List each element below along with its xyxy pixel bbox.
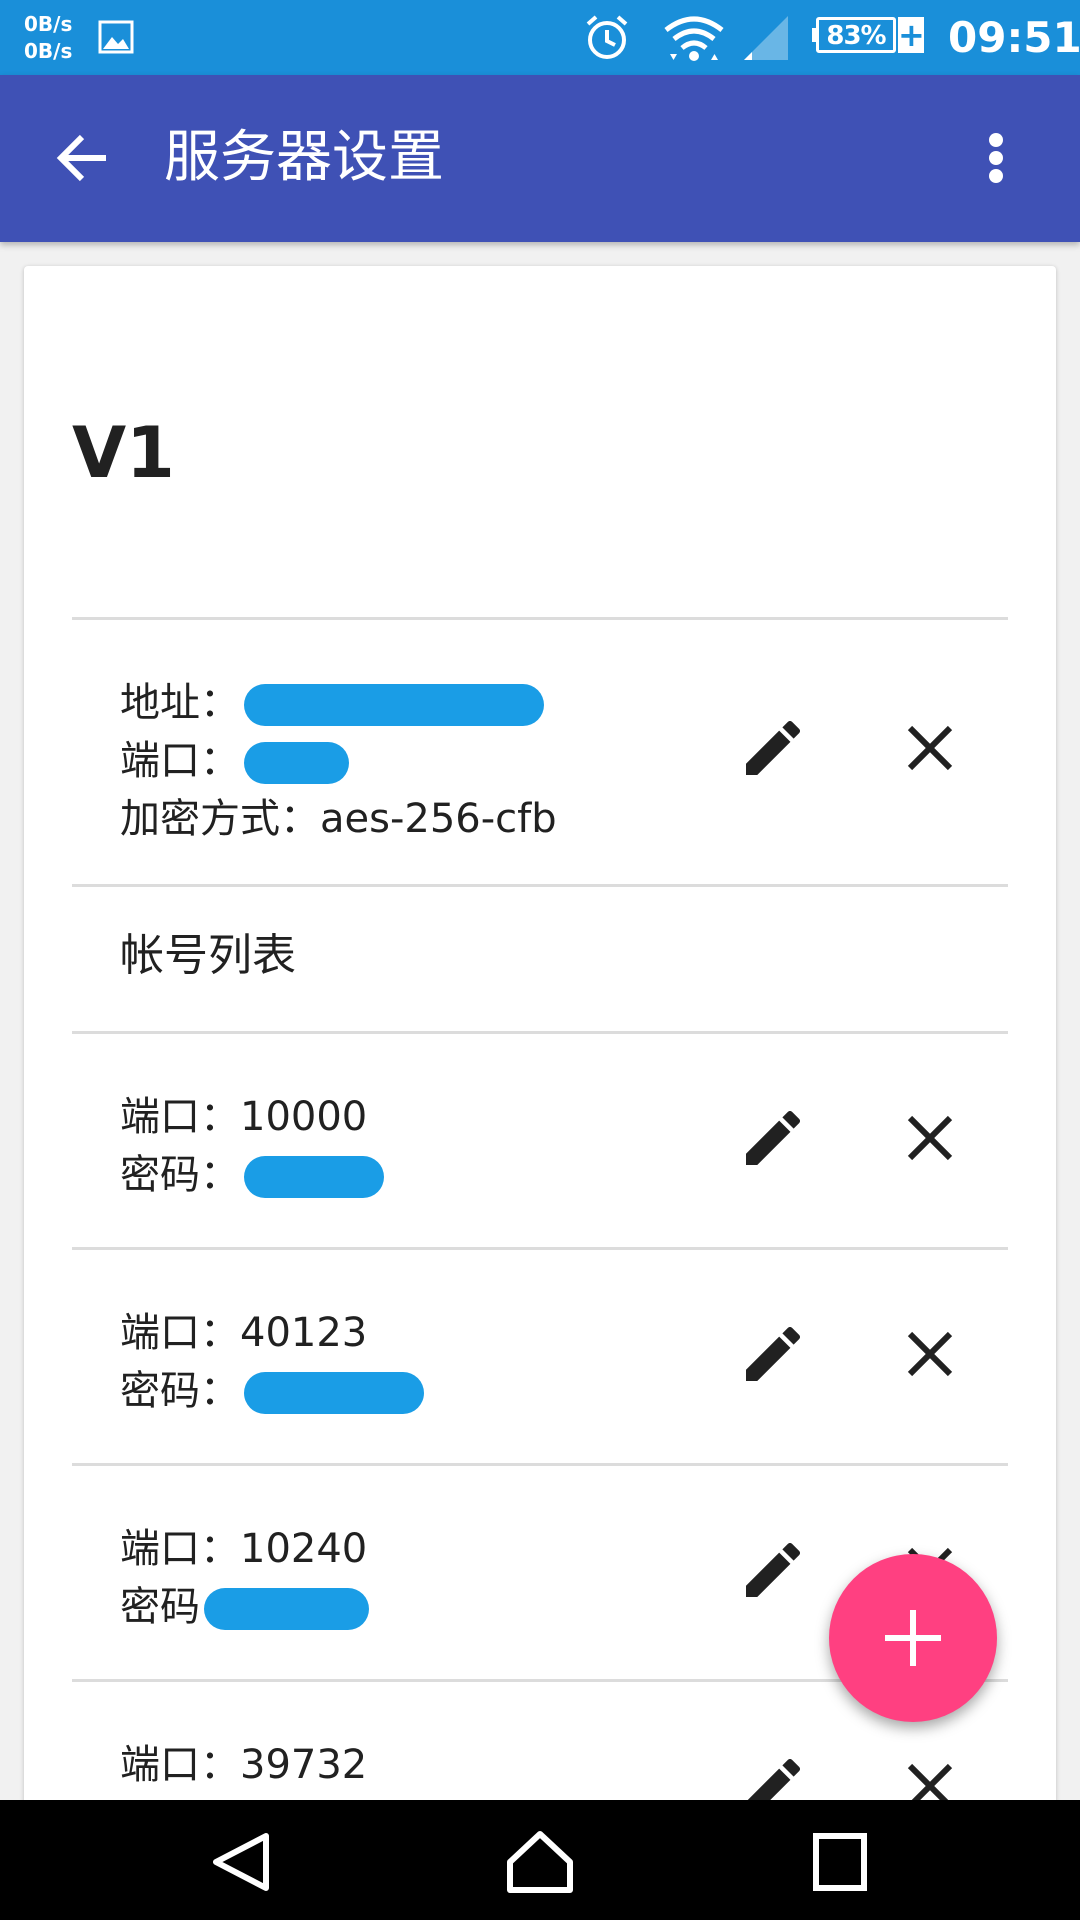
gallery-notification-icon <box>98 20 134 58</box>
account-port-line: 端口：39732 <box>120 1736 367 1794</box>
overflow-menu-button[interactable] <box>972 122 1020 194</box>
account-password-line: 密码： <box>120 1362 424 1420</box>
delete-server-button[interactable] <box>894 712 966 784</box>
redacted-password <box>244 1372 424 1414</box>
redacted-password <box>244 1156 384 1198</box>
account-port-label: 端口： <box>120 1526 240 1572</box>
add-account-fab[interactable] <box>829 1554 997 1722</box>
divider <box>72 1247 1008 1250</box>
account-port-value: 10240 <box>240 1526 368 1572</box>
delete-account-button[interactable] <box>894 1318 966 1390</box>
server-address-line: 地址： <box>120 674 544 732</box>
edit-icon <box>746 1542 801 1597</box>
nav-recents-button[interactable] <box>804 1830 876 1894</box>
account-port-value: 40123 <box>240 1310 368 1356</box>
app-bar: 服务器设置 <box>0 75 1080 242</box>
account-password-label: 密码： <box>120 1368 240 1414</box>
address-label: 地址： <box>120 680 240 726</box>
nav-back-button[interactable] <box>204 1830 276 1894</box>
account-port-label: 端口： <box>120 1094 240 1140</box>
cell-signal-icon <box>742 14 790 66</box>
alarm-icon <box>582 14 632 66</box>
encryption-value: aes-256-cfb <box>320 796 557 842</box>
divider <box>72 1463 1008 1466</box>
account-port-label: 端口： <box>120 1742 240 1788</box>
accounts-header: 帐号列表 <box>120 930 296 981</box>
wifi-icon <box>662 14 726 68</box>
page-title: 服务器设置 <box>164 125 444 190</box>
network-speed: 0B/s 0B/s <box>24 11 72 65</box>
redacted-password <box>204 1588 369 1630</box>
add-icon <box>885 1610 941 1666</box>
edit-account-button[interactable] <box>737 1534 809 1606</box>
nav-back-icon <box>213 1833 269 1891</box>
system-nav-bar <box>0 1800 1080 1920</box>
divider <box>72 884 1008 887</box>
edit-server-button[interactable] <box>737 712 809 784</box>
clock: 09:51 <box>948 13 1080 62</box>
battery-indicator: 83% + <box>812 16 925 57</box>
back-button[interactable] <box>48 122 120 194</box>
edit-account-button[interactable] <box>737 1102 809 1174</box>
nav-home-button[interactable] <box>504 1830 576 1894</box>
account-password-line: 密码 <box>120 1578 369 1636</box>
divider <box>72 617 1008 620</box>
edit-icon <box>746 1326 801 1381</box>
server-name: V1 <box>72 412 175 494</box>
close-icon <box>907 1115 953 1161</box>
edit-icon <box>746 720 801 775</box>
redacted-port <box>244 742 349 784</box>
arrow-back-icon <box>56 134 106 182</box>
encryption-label: 加密方式： <box>120 796 320 842</box>
account-port-value: 10000 <box>240 1094 368 1140</box>
account-port-label: 端口： <box>120 1310 240 1356</box>
account-password-label: 密码 <box>120 1584 200 1630</box>
nav-recents-icon <box>813 1833 867 1891</box>
account-port-value: 39732 <box>240 1742 368 1788</box>
edit-account-button[interactable] <box>737 1318 809 1390</box>
nav-home-icon <box>507 1831 573 1893</box>
server-port-label: 端口： <box>120 738 240 784</box>
net-up-speed: 0B/s <box>24 12 73 36</box>
divider <box>72 1031 1008 1034</box>
account-password-label: 密码： <box>120 1152 240 1198</box>
account-port-line: 端口：10000 <box>120 1088 367 1146</box>
account-password-line: 密码： <box>120 1146 384 1204</box>
close-icon <box>907 725 953 771</box>
redacted-address <box>244 684 544 726</box>
delete-account-button[interactable] <box>894 1102 966 1174</box>
server-port-line: 端口： <box>120 732 349 790</box>
battery-percent: 83% <box>816 17 896 53</box>
more-vert-icon <box>989 133 1003 183</box>
encryption-line: 加密方式：aes-256-cfb <box>120 790 557 848</box>
close-icon <box>907 1331 953 1377</box>
account-port-line: 端口：10240 <box>120 1520 367 1578</box>
account-port-line: 端口：40123 <box>120 1304 367 1362</box>
charging-icon: + <box>898 16 925 54</box>
status-bar: 0B/s 0B/s 83% + 09:51 <box>0 0 1080 75</box>
edit-icon <box>746 1110 801 1165</box>
net-down-speed: 0B/s <box>24 39 73 63</box>
